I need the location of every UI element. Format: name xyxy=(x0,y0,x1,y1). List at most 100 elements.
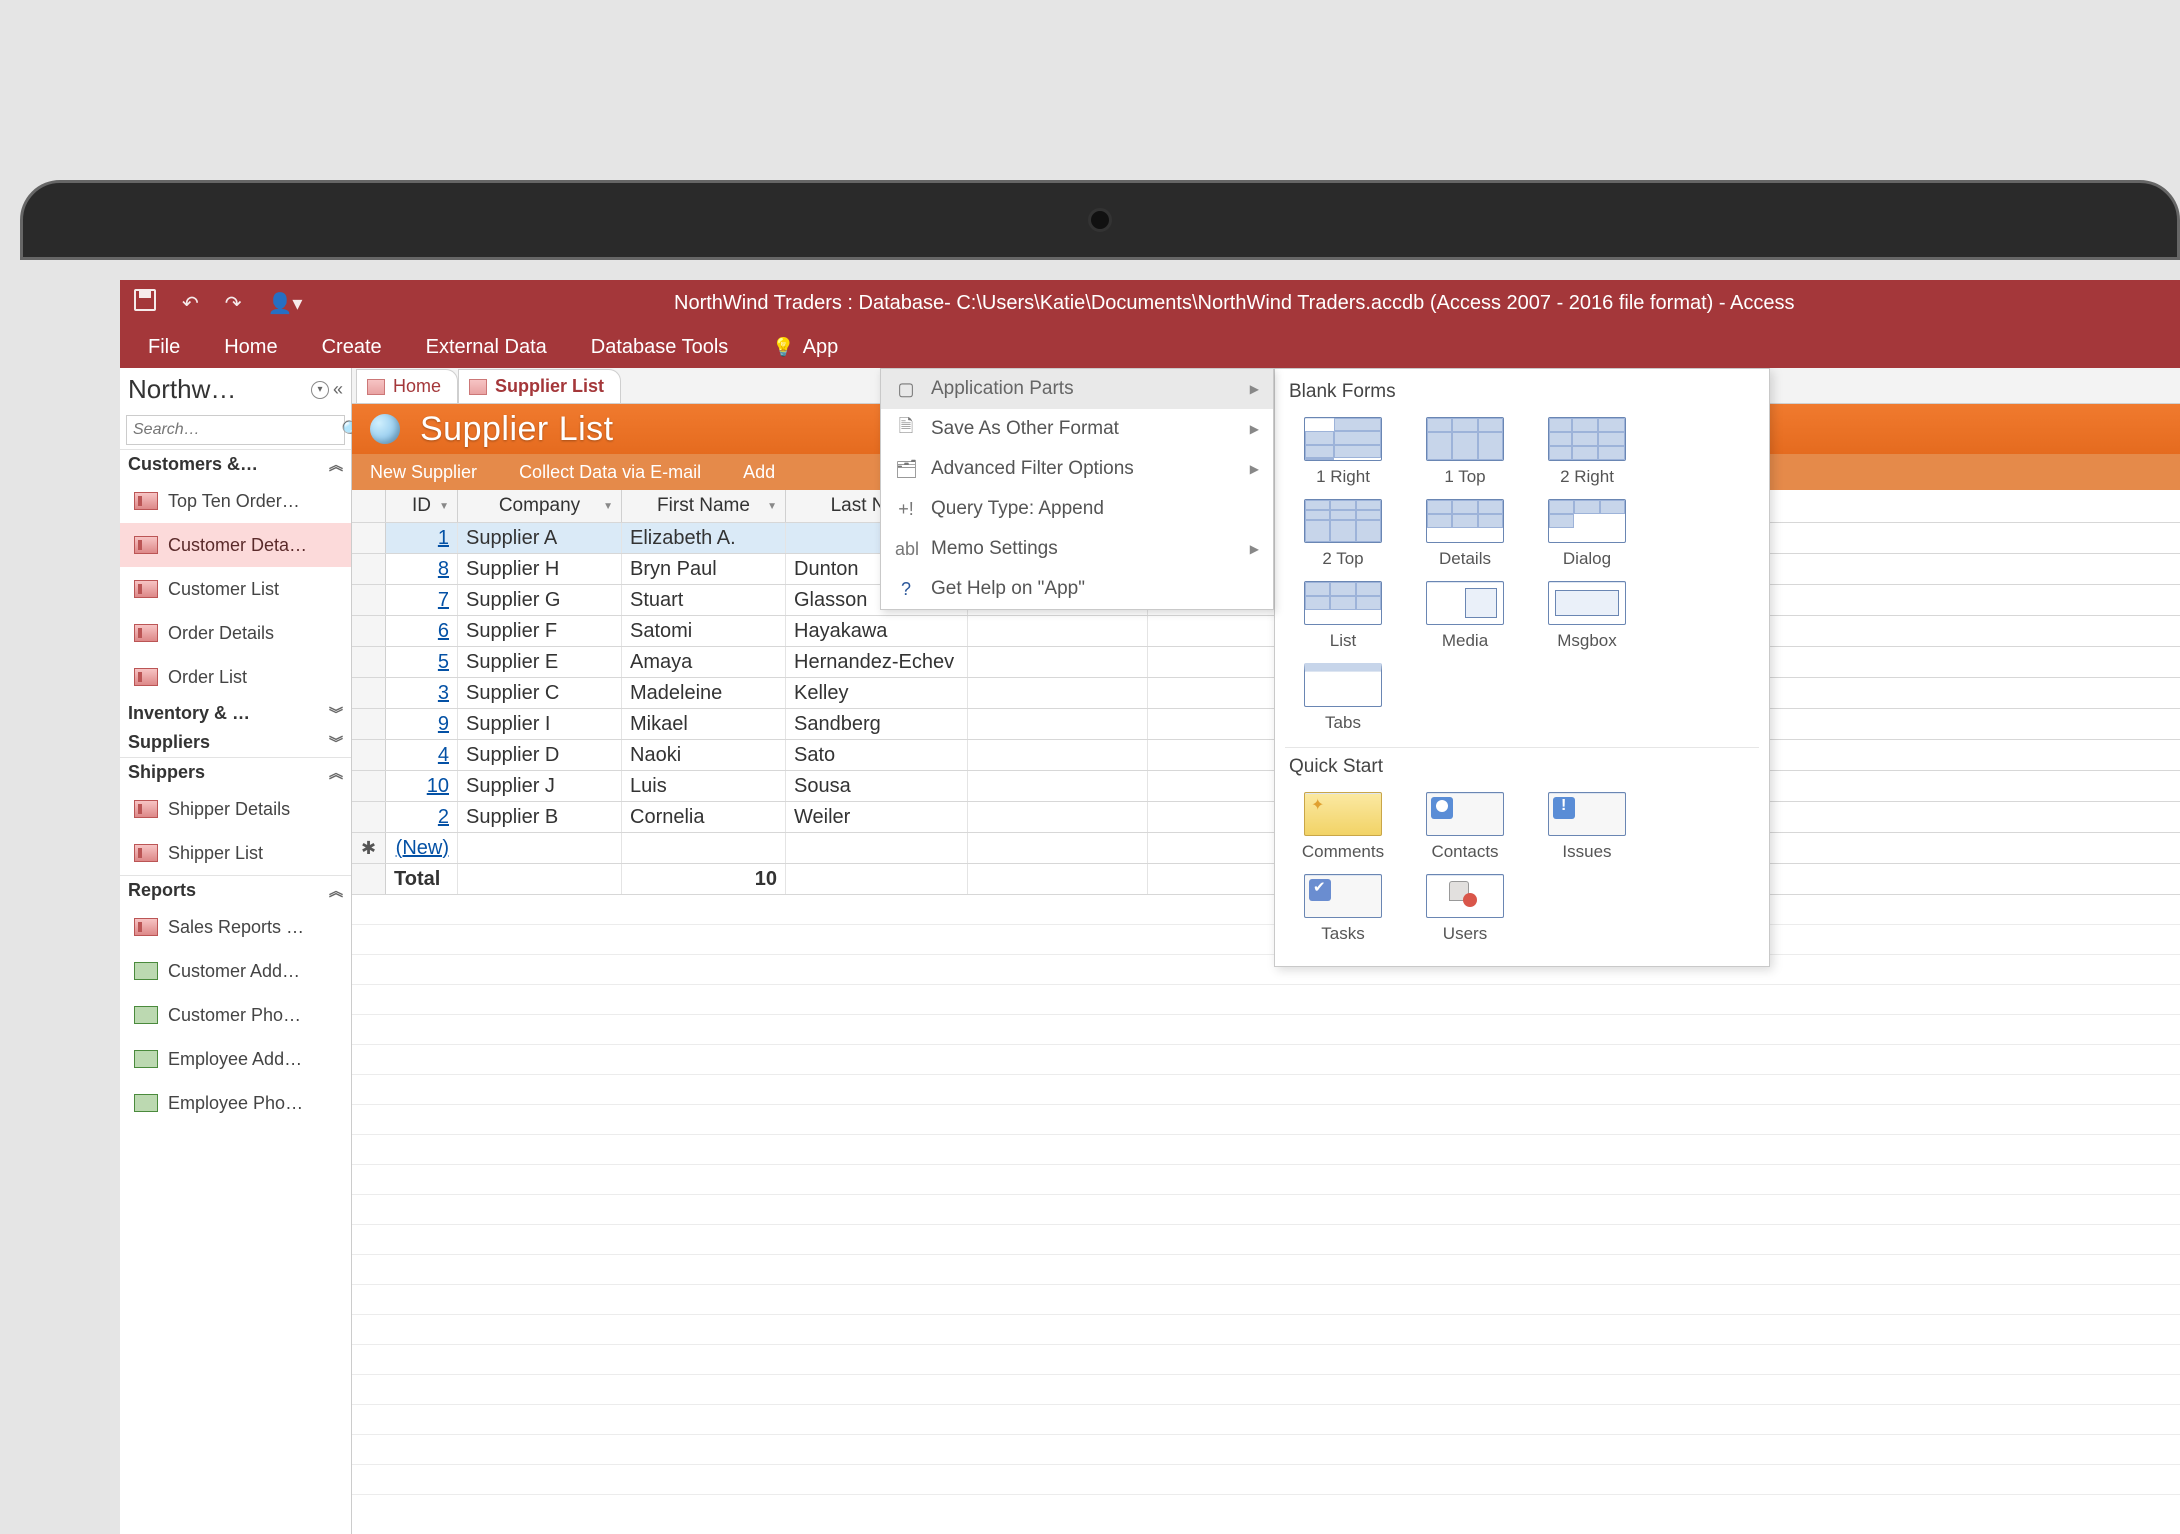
id-link[interactable]: 4 xyxy=(438,744,449,767)
nav-item-customer-list[interactable]: Customer List xyxy=(120,567,351,611)
row-selector[interactable] xyxy=(352,771,386,801)
cell-first-name[interactable]: Madeleine xyxy=(622,678,786,708)
menu-save-as-other[interactable]: 🗎 Save As Other Format ▶ xyxy=(881,409,1273,449)
id-link[interactable]: 7 xyxy=(438,589,449,612)
nav-collapse[interactable]: ▾ « xyxy=(311,379,343,400)
nav-item-order-list[interactable]: Order List xyxy=(120,655,351,699)
nav-item-employee-phone[interactable]: Employee Pho… xyxy=(120,1081,351,1125)
table-row[interactable]: 2Supplier BCorneliaWeilernager xyxy=(352,802,2180,833)
cell-first-name[interactable]: Stuart xyxy=(622,585,786,615)
ribbon-tab-file[interactable]: File xyxy=(148,336,180,359)
row-selector[interactable] xyxy=(352,585,386,615)
dropdown-icon[interactable]: ▼ xyxy=(603,501,613,512)
cell-company[interactable]: Supplier F xyxy=(458,616,622,646)
id-link[interactable]: 1 xyxy=(438,527,449,550)
menu-advanced-filter[interactable]: 🗂 Advanced Filter Options ▶ xyxy=(881,449,1273,489)
doc-tab-supplier-list[interactable]: Supplier List xyxy=(458,369,621,403)
cell-last-name[interactable]: Hayakawa xyxy=(786,616,968,646)
cell-blank[interactable] xyxy=(968,709,1148,739)
cell-company[interactable]: Supplier E xyxy=(458,647,622,677)
redo-button[interactable]: ↷ xyxy=(225,291,242,316)
dropdown-icon[interactable]: ▼ xyxy=(767,501,777,512)
row-selector[interactable] xyxy=(352,523,386,553)
id-link[interactable]: 10 xyxy=(427,775,449,798)
cell-blank[interactable] xyxy=(968,740,1148,770)
tell-me-search[interactable]: 💡 App xyxy=(772,336,838,359)
col-company[interactable]: Company▼ xyxy=(458,490,622,522)
cell-company[interactable]: Supplier I xyxy=(458,709,622,739)
id-link[interactable]: 9 xyxy=(438,713,449,736)
cell-blank[interactable] xyxy=(968,771,1148,801)
cell-blank[interactable] xyxy=(968,616,1148,646)
table-row[interactable]: 10Supplier JLuisSousanager xyxy=(352,771,2180,802)
row-selector[interactable] xyxy=(352,802,386,832)
cell-last-name[interactable]: Sato xyxy=(786,740,968,770)
cell-company[interactable]: Supplier C xyxy=(458,678,622,708)
new-record-selector[interactable]: ✱ xyxy=(352,833,386,863)
cell-company[interactable]: Supplier B xyxy=(458,802,622,832)
cell-last-name[interactable]: Kelley xyxy=(786,678,968,708)
cell-company[interactable]: Supplier G xyxy=(458,585,622,615)
collect-data-link[interactable]: Collect Data via E-mail xyxy=(519,462,701,483)
cell-company[interactable]: Supplier J xyxy=(458,771,622,801)
id-link[interactable]: 5 xyxy=(438,651,449,674)
tile-dialog[interactable]: Dialog xyxy=(1529,495,1645,573)
cell-first-name[interactable]: Naoki xyxy=(622,740,786,770)
nav-item-shipper-details[interactable]: Shipper Details xyxy=(120,787,351,831)
menu-query-type[interactable]: +! Query Type: Append xyxy=(881,489,1273,529)
cell-first-name[interactable]: Amaya xyxy=(622,647,786,677)
new-supplier-link[interactable]: New Supplier xyxy=(370,462,477,483)
id-link[interactable]: 6 xyxy=(438,620,449,643)
tile-2-top[interactable]: 2 Top xyxy=(1285,495,1401,573)
table-row[interactable]: 3Supplier CMadeleineKelleypresentative xyxy=(352,678,2180,709)
tile-issues[interactable]: Issues xyxy=(1529,788,1645,866)
nav-header[interactable]: Northw… ▾ « xyxy=(120,368,351,411)
menu-memo-settings[interactable]: abl Memo Settings ▶ xyxy=(881,529,1273,569)
tile-list[interactable]: List xyxy=(1285,577,1401,655)
row-selector[interactable] xyxy=(352,616,386,646)
add-link[interactable]: Add xyxy=(743,462,775,483)
nav-search-input[interactable] xyxy=(133,421,341,439)
cell-last-name[interactable]: Hernandez-Echev xyxy=(786,647,968,677)
tile-details[interactable]: Details xyxy=(1407,495,1523,573)
cell-first-name[interactable]: Mikael xyxy=(622,709,786,739)
doc-tab-home[interactable]: Home xyxy=(356,369,458,403)
cell-first-name[interactable]: Bryn Paul xyxy=(622,554,786,584)
select-all-cell[interactable] xyxy=(352,490,386,522)
cell-first-name[interactable]: Satomi xyxy=(622,616,786,646)
user-menu[interactable]: 👤▾ xyxy=(268,291,303,316)
row-selector[interactable] xyxy=(352,740,386,770)
nav-item-top-ten-orders[interactable]: Top Ten Order… xyxy=(120,479,351,523)
ribbon-tab-home[interactable]: Home xyxy=(224,336,277,359)
tile-comments[interactable]: Comments xyxy=(1285,788,1401,866)
table-row[interactable]: 9Supplier IMikaelSandbergnager xyxy=(352,709,2180,740)
new-record-row[interactable]: ✱ (New) xyxy=(352,833,2180,864)
menu-application-parts[interactable]: ▢ Application Parts ▶ xyxy=(881,369,1273,409)
tile-msgbox[interactable]: Msgbox xyxy=(1529,577,1645,655)
cell-first-name[interactable]: Elizabeth A. xyxy=(622,523,786,553)
cell-blank[interactable] xyxy=(968,678,1148,708)
nav-item-customer-details[interactable]: Customer Deta… xyxy=(120,523,351,567)
cell-company[interactable]: Supplier D xyxy=(458,740,622,770)
table-row[interactable]: 5Supplier EAmayaHernandez-Echevnager xyxy=(352,647,2180,678)
dropdown-icon[interactable]: ▼ xyxy=(439,501,449,512)
tile-tasks[interactable]: Tasks xyxy=(1285,870,1401,948)
supplier-datasheet[interactable]: ID▼ Company▼ First Name▼ Last Name Title… xyxy=(352,490,2180,1495)
cell-blank[interactable] xyxy=(968,802,1148,832)
cell-company[interactable]: Supplier A xyxy=(458,523,622,553)
tile-contacts[interactable]: Contacts xyxy=(1407,788,1523,866)
ribbon-tab-create[interactable]: Create xyxy=(322,336,382,359)
ribbon-tab-dbtools[interactable]: Database Tools xyxy=(591,336,729,359)
tile-users[interactable]: Users xyxy=(1407,870,1523,948)
tile-media[interactable]: Media xyxy=(1407,577,1523,655)
cell-blank[interactable] xyxy=(968,647,1148,677)
row-selector[interactable] xyxy=(352,678,386,708)
nav-item-shipper-list[interactable]: Shipper List xyxy=(120,831,351,875)
row-selector[interactable] xyxy=(352,554,386,584)
nav-search[interactable]: 🔍 xyxy=(126,415,345,445)
nav-group-header-reports[interactable]: Reports︽ xyxy=(120,876,351,905)
tile-1-top[interactable]: 1 Top xyxy=(1407,413,1523,491)
col-first-name[interactable]: First Name▼ xyxy=(622,490,786,522)
nav-item-customer-address[interactable]: Customer Add… xyxy=(120,949,351,993)
table-row[interactable]: 4Supplier DNaokiSatong Manager xyxy=(352,740,2180,771)
